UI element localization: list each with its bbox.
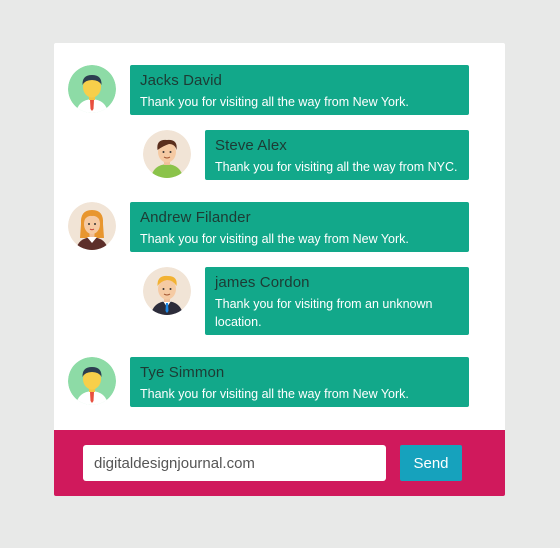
chat-message: james Cordon Thank you for visiting from… — [143, 267, 469, 335]
sender-name: Jacks David — [140, 72, 222, 89]
sender-name: Steve Alex — [215, 137, 287, 154]
chat-message: Steve Alex Thank you for visiting all th… — [143, 130, 469, 180]
female-avatar-icon — [68, 202, 116, 250]
male-avatar-icon — [143, 130, 191, 178]
message-input[interactable] — [83, 445, 386, 481]
sender-name: james Cordon — [215, 274, 310, 291]
message-text: Thank you for visiting all the way from … — [215, 160, 458, 174]
sender-name: Andrew Filander — [140, 209, 251, 226]
sender-name: Tye Simmon — [140, 364, 225, 381]
message-text: Thank you for visiting all the way from … — [140, 387, 409, 401]
chat-panel: Jacks David Thank you for visiting all t… — [54, 43, 505, 496]
message-bubble: Tye Simmon Thank you for visiting all th… — [130, 357, 469, 407]
message-bubble: Steve Alex Thank you for visiting all th… — [205, 130, 469, 180]
chat-message: Jacks David Thank you for visiting all t… — [68, 65, 469, 115]
send-button[interactable]: Send — [400, 445, 462, 481]
message-bubble: Andrew Filander Thank you for visiting a… — [130, 202, 469, 252]
message-bubble: Jacks David Thank you for visiting all t… — [130, 65, 469, 115]
message-text: Thank you for visiting from an unknown l… — [215, 297, 433, 329]
message-bubble: james Cordon Thank you for visiting from… — [205, 267, 469, 335]
male-avatar-icon — [68, 65, 116, 113]
chat-message: Tye Simmon Thank you for visiting all th… — [68, 357, 469, 407]
message-composer: Send — [54, 430, 505, 496]
male-avatar-icon — [68, 357, 116, 405]
message-text: Thank you for visiting all the way from … — [140, 232, 409, 246]
male-avatar-icon — [143, 267, 191, 315]
chat-message: Andrew Filander Thank you for visiting a… — [68, 202, 469, 252]
message-text: Thank you for visiting all the way from … — [140, 95, 409, 109]
